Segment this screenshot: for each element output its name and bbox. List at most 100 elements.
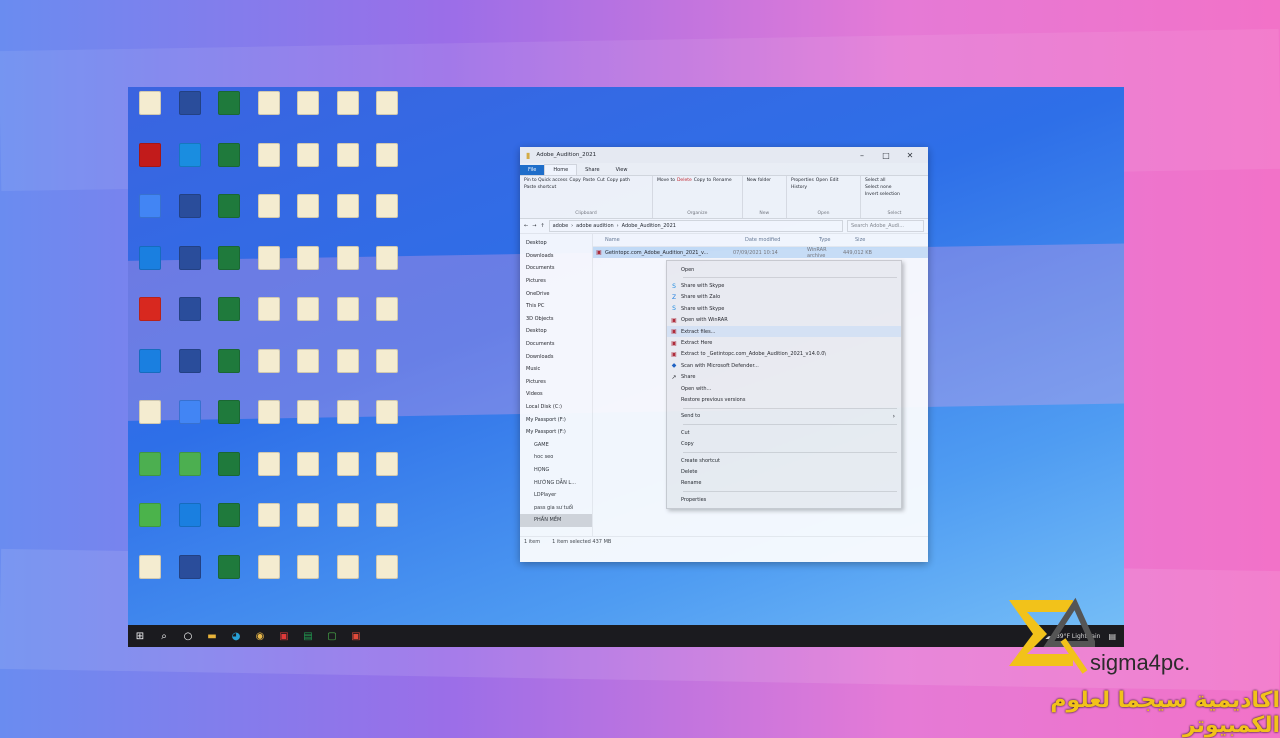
- desktop-file-icon[interactable]: [211, 348, 247, 395]
- nav-item[interactable]: Documents: [520, 338, 592, 351]
- nav-item[interactable]: Downloads: [520, 350, 592, 363]
- context-menu-item[interactable]: Rename: [667, 478, 901, 489]
- copy-path-button[interactable]: Copy path: [607, 178, 630, 183]
- desktop-file-icon[interactable]: [369, 91, 405, 137]
- recorder-icon[interactable]: ▣: [346, 628, 366, 644]
- desktop-file-icon[interactable]: [172, 194, 208, 240]
- context-menu-item[interactable]: Open: [667, 264, 901, 275]
- tab-share[interactable]: Share: [577, 165, 607, 175]
- desktop-file-icon[interactable]: [251, 91, 287, 137]
- excel-icon[interactable]: ▤: [298, 628, 318, 644]
- desktop-file-icon[interactable]: [330, 554, 366, 601]
- nav-item[interactable]: Pictures: [520, 376, 592, 389]
- desktop-file-icon[interactable]: [330, 245, 366, 292]
- forward-icon[interactable]: →: [532, 223, 536, 229]
- nav-item[interactable]: Local Disk (C:): [520, 401, 592, 414]
- desktop-file-icon[interactable]: [290, 297, 326, 343]
- desktop-file-icon[interactable]: [369, 245, 405, 292]
- desktop-file-icon[interactable]: [132, 194, 168, 240]
- context-menu-item[interactable]: ▣ Open with WinRAR: [667, 315, 901, 326]
- breadcrumb-item[interactable]: adobe audition: [576, 223, 614, 229]
- context-menu-item[interactable]: Create shortcut: [667, 455, 901, 466]
- desktop-file-icon[interactable]: [132, 348, 168, 395]
- nav-item[interactable]: My Passport (F:): [520, 426, 592, 439]
- nav-item[interactable]: 3D Objects: [520, 313, 592, 326]
- search-icon[interactable]: ⌕: [154, 628, 174, 644]
- nav-item[interactable]: HỌNG: [520, 464, 592, 477]
- context-menu-item[interactable]: Restore previous versions: [667, 394, 901, 405]
- desktop-file-icon[interactable]: [369, 297, 405, 343]
- desktop-file-icon[interactable]: [172, 451, 208, 498]
- context-menu-item[interactable]: ◆ Scan with Microsoft Defender...: [667, 360, 901, 371]
- rename-button[interactable]: Rename: [713, 178, 731, 183]
- tab-file[interactable]: File: [520, 165, 545, 175]
- nav-item[interactable]: Videos: [520, 388, 592, 401]
- desktop-file-icon[interactable]: [132, 297, 168, 343]
- history-button[interactable]: History: [791, 185, 807, 190]
- desktop-file-icon[interactable]: [172, 297, 208, 343]
- cut-button[interactable]: Cut: [597, 178, 605, 183]
- maximize-icon[interactable]: □: [874, 151, 898, 160]
- desktop-file-icon[interactable]: [172, 554, 208, 601]
- context-menu-item[interactable]: Properties: [667, 494, 901, 505]
- context-menu-item[interactable]: Copy: [667, 438, 901, 449]
- desktop-file-icon[interactable]: [132, 91, 168, 137]
- tab-home[interactable]: Home: [544, 164, 578, 175]
- column-size[interactable]: Size: [855, 237, 885, 243]
- desktop-file-icon[interactable]: [290, 348, 326, 395]
- invert-selection-button[interactable]: Invert selection: [865, 192, 924, 197]
- desktop-file-icon[interactable]: [290, 400, 326, 446]
- desktop-file-icon[interactable]: [290, 503, 326, 549]
- desktop-file-icon[interactable]: [132, 142, 168, 189]
- media-player-icon[interactable]: ▣: [274, 628, 294, 644]
- desktop-file-icon[interactable]: [290, 142, 326, 189]
- desktop-file-icon[interactable]: [330, 400, 366, 446]
- desktop-file-icon[interactable]: [330, 297, 366, 343]
- start-icon[interactable]: ⊞: [130, 628, 150, 644]
- desktop-file-icon[interactable]: [290, 245, 326, 292]
- move-to-button[interactable]: Move to: [657, 178, 675, 183]
- context-menu-item[interactable]: Send to ›: [667, 411, 901, 422]
- chrome-icon[interactable]: ◉: [250, 628, 270, 644]
- breadcrumb[interactable]: adobe › adobe audition › Adobe_Audition_20…: [548, 220, 843, 232]
- nav-item[interactable]: Desktop: [520, 237, 592, 250]
- desktop-file-icon[interactable]: [369, 142, 405, 189]
- nav-item[interactable]: LDPlayer: [520, 489, 592, 502]
- breadcrumb-item[interactable]: Adobe_Audition_2021: [622, 223, 676, 229]
- desktop-file-icon[interactable]: [330, 91, 366, 137]
- desktop-file-icon[interactable]: [211, 451, 247, 498]
- desktop-file-icon[interactable]: [172, 91, 208, 137]
- select-none-button[interactable]: Select none: [865, 185, 924, 190]
- desktop-file-icon[interactable]: [132, 400, 168, 446]
- desktop-file-icon[interactable]: [132, 245, 168, 292]
- desktop-file-icon[interactable]: [330, 503, 366, 549]
- desktop-file-icon[interactable]: [330, 194, 366, 240]
- notification-icon[interactable]: ▤: [1108, 632, 1116, 641]
- desktop-file-icon[interactable]: [251, 400, 287, 446]
- context-menu-item[interactable]: ↗ Share: [667, 372, 901, 383]
- tab-view[interactable]: View: [608, 165, 636, 175]
- desktop-file-icon[interactable]: [369, 400, 405, 446]
- desktop-file-icon[interactable]: [330, 142, 366, 189]
- nav-item[interactable]: Pictures: [520, 275, 592, 288]
- minimize-icon[interactable]: –: [850, 151, 874, 160]
- context-menu-item[interactable]: Z Share with Zalo: [667, 292, 901, 303]
- desktop-file-icon[interactable]: [132, 451, 168, 498]
- desktop-file-icon[interactable]: [132, 503, 168, 549]
- desktop-file-icon[interactable]: [290, 91, 326, 137]
- desktop-file-icon[interactable]: [251, 503, 287, 549]
- open-button[interactable]: Open: [816, 178, 828, 183]
- desktop-file-icon[interactable]: [211, 297, 247, 343]
- desktop-file-icon[interactable]: [290, 451, 326, 498]
- nav-item[interactable]: pass gia sư tuổi: [520, 501, 592, 514]
- delete-button[interactable]: Delete: [677, 178, 692, 183]
- desktop-file-icon[interactable]: [290, 554, 326, 601]
- desktop-file-icon[interactable]: [251, 348, 287, 395]
- up-icon[interactable]: ↑: [540, 223, 544, 229]
- desktop-file-icon[interactable]: [251, 194, 287, 240]
- context-menu-item[interactable]: S Share with Skype: [667, 280, 901, 291]
- paste-shortcut-button[interactable]: Paste shortcut: [524, 185, 556, 190]
- back-icon[interactable]: ←: [524, 223, 528, 229]
- desktop-file-icon[interactable]: [369, 348, 405, 395]
- properties-button[interactable]: Properties: [791, 178, 814, 183]
